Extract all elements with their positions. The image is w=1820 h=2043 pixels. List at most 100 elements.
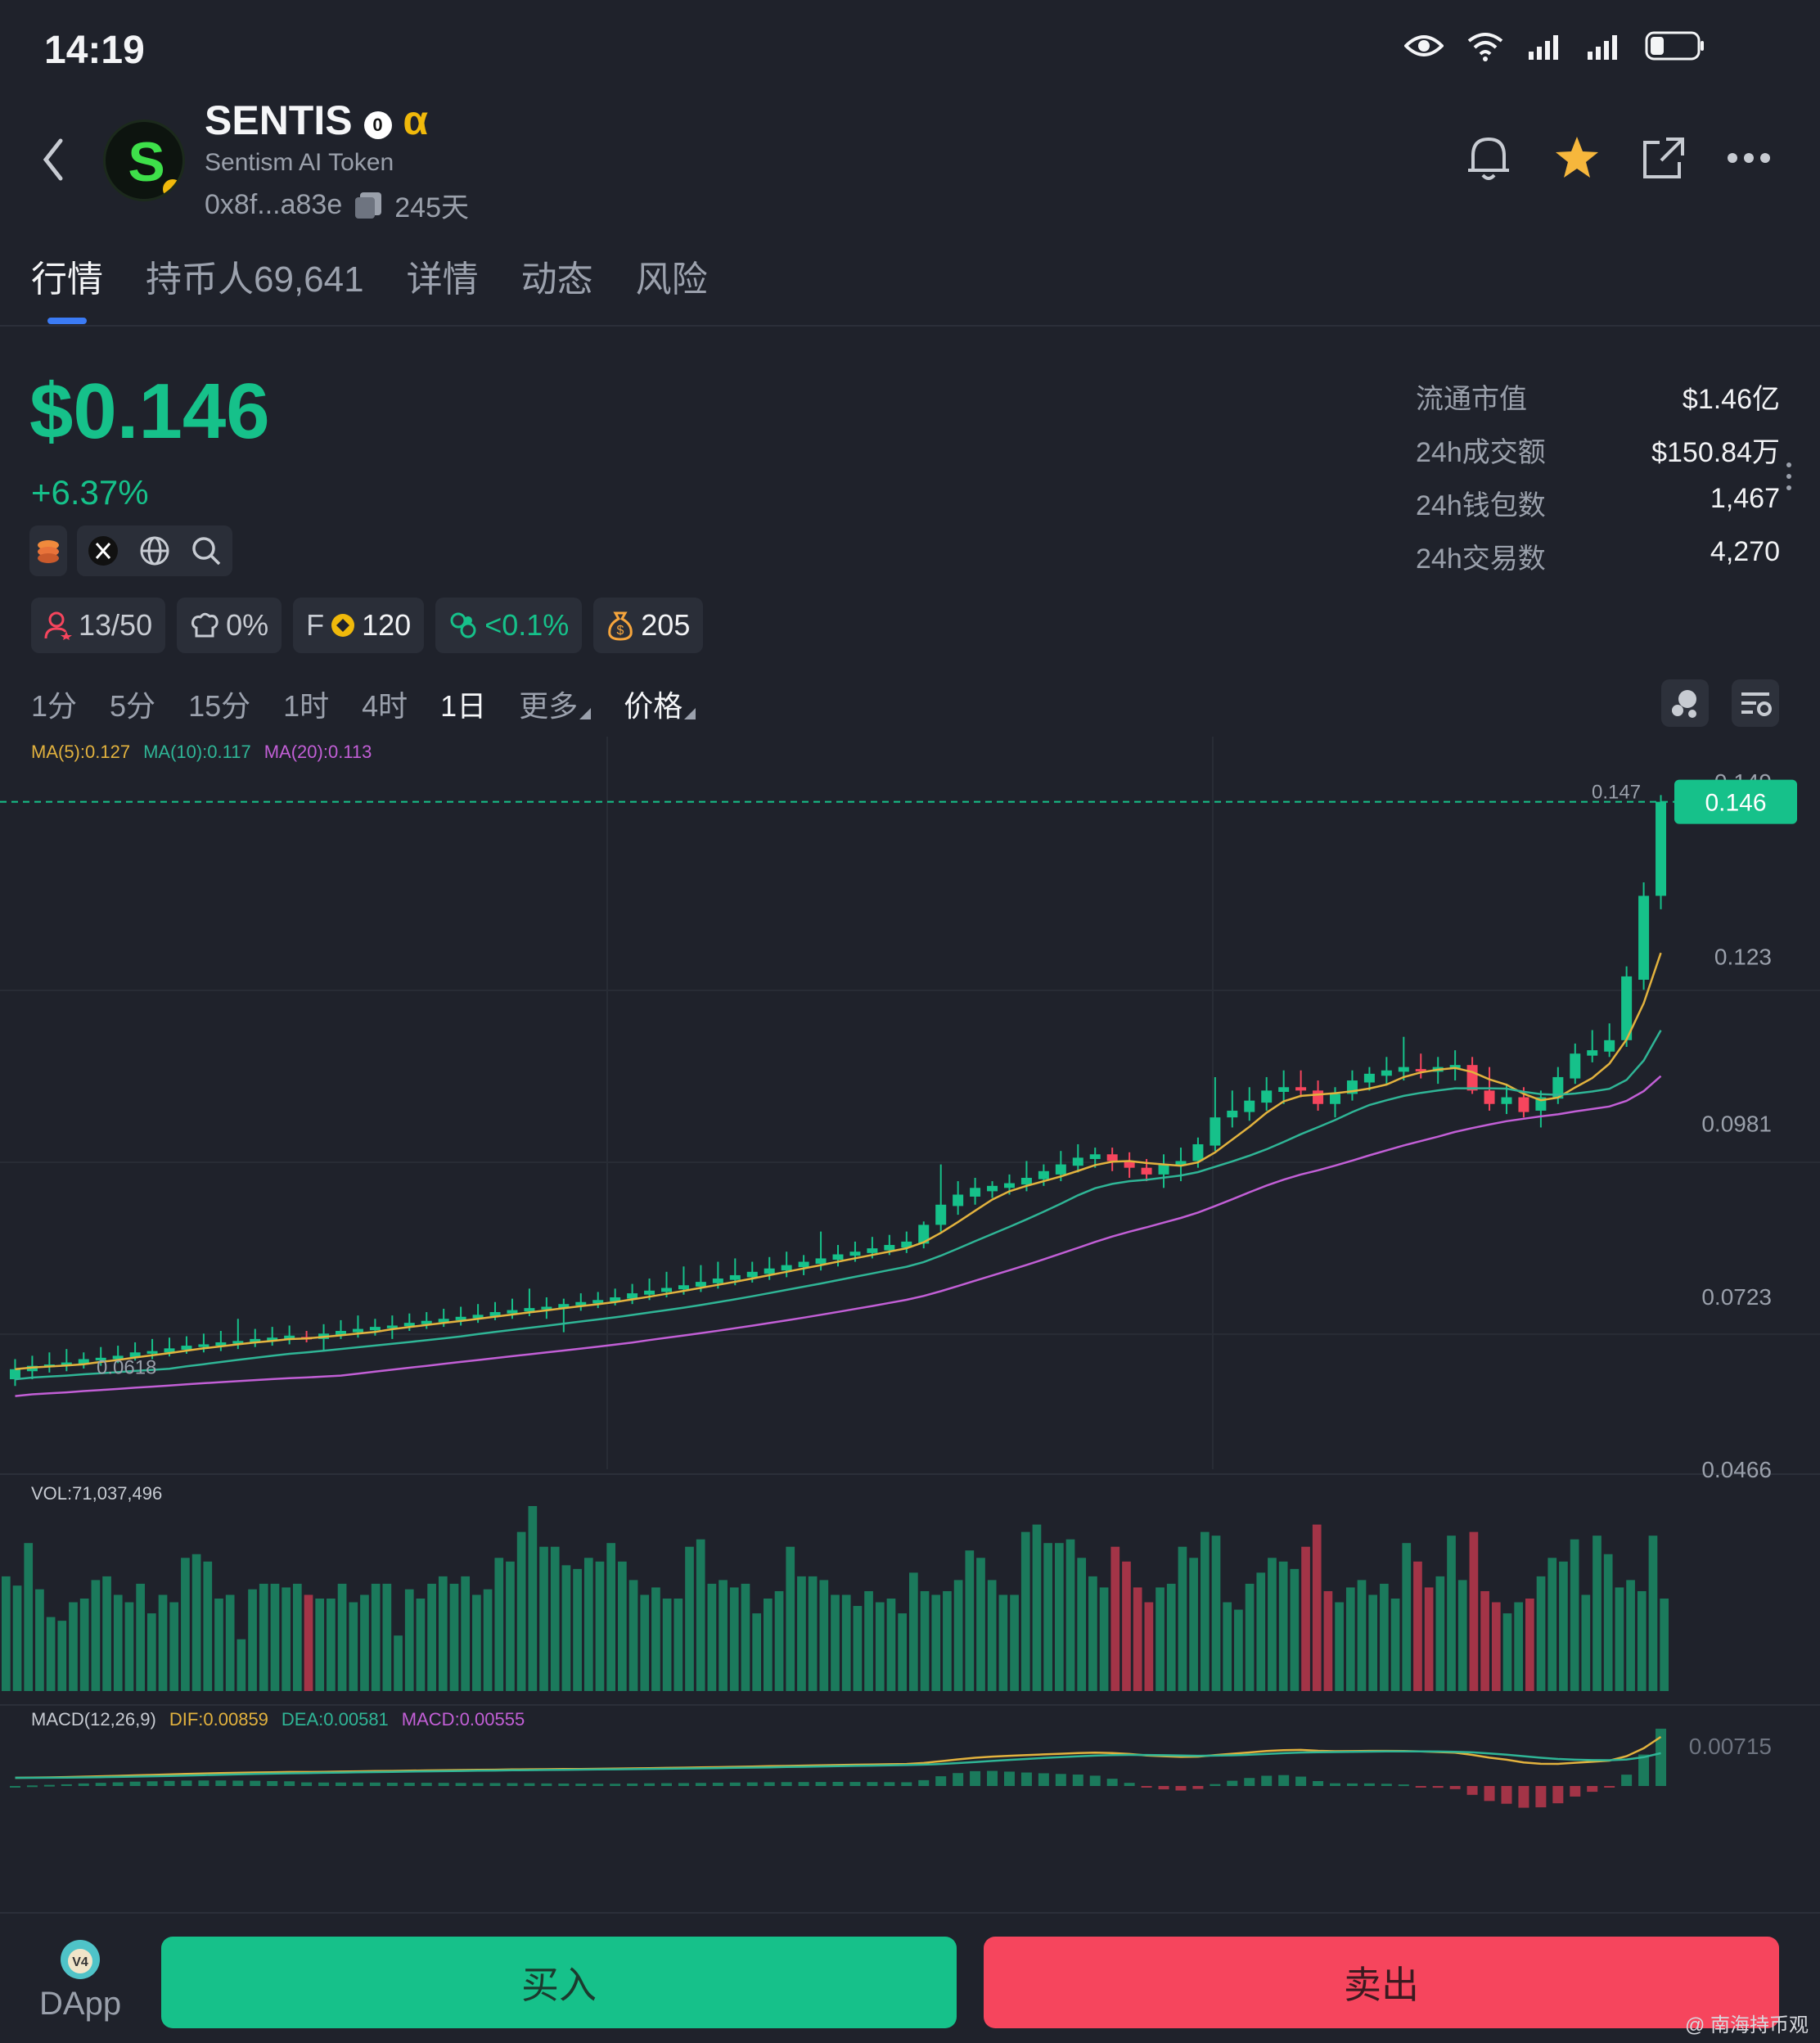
badge-f[interactable]: F 120 [293, 598, 425, 653]
copy-icon[interactable] [352, 189, 385, 222]
macd-histogram-bar [935, 1776, 947, 1786]
volume-bar [953, 1580, 963, 1691]
ma10-line [15, 1030, 1662, 1381]
interval-4h[interactable]: 4时 [362, 683, 408, 725]
volume-bar [292, 1583, 302, 1691]
price-mode[interactable]: 价格 [624, 683, 696, 725]
macd-histogram-bar [438, 1783, 449, 1786]
volume-bar [1133, 1587, 1142, 1691]
macd-histogram-bar [953, 1773, 964, 1786]
current-price: $0.146 [29, 368, 270, 455]
svg-text:$: $ [617, 624, 624, 638]
tab-active-indicator [47, 318, 87, 324]
bell-icon[interactable] [1465, 133, 1512, 183]
indicator-button[interactable] [1661, 679, 1709, 727]
volume-bar [774, 1590, 784, 1691]
interval-1h[interactable]: 1时 [283, 683, 329, 725]
sell-button[interactable]: 卖出 [984, 1937, 1779, 2028]
macd-histogram-bar [695, 1783, 706, 1786]
volume-bar [35, 1589, 44, 1691]
volume-bar [124, 1602, 134, 1691]
candle-body [1278, 1087, 1290, 1092]
token-name: SENTIS 0 α [205, 97, 429, 143]
volume-bar [808, 1576, 818, 1691]
coins-chip[interactable] [29, 525, 67, 576]
macd-histogram-bar [1261, 1775, 1273, 1786]
macd-histogram-bar [729, 1782, 741, 1786]
contract-address[interactable]: 0x8f...a83e [205, 189, 342, 221]
macd-histogram-bar [421, 1783, 432, 1786]
x-twitter-icon[interactable] [88, 535, 119, 566]
macd-histogram-bar [9, 1786, 20, 1788]
candle-body [987, 1185, 998, 1192]
volume-bar [1110, 1546, 1120, 1691]
macd-histogram-bar [1003, 1771, 1015, 1786]
volume-bar [438, 1576, 448, 1691]
volume-bar [931, 1594, 941, 1691]
tab-activity[interactable]: 动态 [521, 250, 593, 302]
dapp-button[interactable]: V4 DApp [39, 1938, 121, 2023]
macd-histogram-bar [112, 1782, 124, 1786]
token-subtitle: Sentism AI Token [205, 149, 394, 176]
interval-15m[interactable]: 15分 [188, 683, 250, 725]
share-icon[interactable] [1642, 136, 1686, 180]
candle-body [1141, 1167, 1152, 1175]
volume-bar [1301, 1546, 1310, 1691]
interval-1m[interactable]: 1分 [31, 683, 77, 725]
header-actions [1465, 133, 1771, 183]
badge-dev[interactable]: 0% [177, 598, 282, 653]
market-stats: 流通市值 $1.46亿 24h成交额 $150.84万 24h钱包数 1,467 24… [1416, 377, 1780, 589]
globe-icon[interactable] [139, 535, 170, 566]
candle-body [695, 1282, 706, 1287]
volume-bar [1200, 1531, 1210, 1691]
candle-body [1330, 1094, 1340, 1104]
candle-body [352, 1328, 363, 1333]
badge-holders[interactable]: 13/50 [31, 598, 166, 653]
interval-more[interactable]: 更多 [519, 683, 592, 725]
volume-bar [640, 1594, 650, 1691]
buy-button[interactable]: 买入 [161, 1937, 957, 2028]
volume-bar [752, 1613, 762, 1691]
volume-bar [797, 1576, 806, 1691]
macd-histogram-bar [592, 1784, 604, 1786]
more-icon[interactable] [1727, 152, 1771, 164]
interval-1d[interactable]: 1日 [440, 683, 486, 725]
macd-histogram-bar [1535, 1786, 1547, 1808]
volume-bar [550, 1546, 560, 1691]
signal-icon [1529, 35, 1558, 60]
volume-bar [1290, 1568, 1300, 1691]
stats-more-icon[interactable] [1784, 460, 1794, 493]
tab-market[interactable]: 行情 [31, 250, 103, 302]
volume-bar [282, 1587, 291, 1691]
candle-body [849, 1252, 861, 1256]
candle-body [369, 1327, 381, 1331]
volume-bar [214, 1599, 223, 1691]
candle-body [1656, 801, 1667, 896]
tab-risk[interactable]: 风险 [636, 250, 708, 302]
tab-details[interactable]: 详情 [407, 250, 479, 302]
volume-bar [898, 1613, 907, 1691]
bundle-icon [450, 612, 476, 638]
volume-bar [24, 1543, 34, 1691]
macd-histogram-bar [661, 1783, 673, 1786]
chart-settings-button[interactable] [1732, 679, 1779, 727]
search-icon[interactable] [191, 535, 222, 566]
macd-histogram-bar [524, 1783, 535, 1786]
price-chart[interactable]: 0.1490.1230.09810.07230.04660.1460.1470.… [0, 737, 1820, 1915]
stat-24h-volume: 24h成交额 $150.84万 [1416, 437, 1780, 468]
tab-holders[interactable]: 持币人69,641 [146, 250, 364, 302]
macd-histogram-bar [129, 1781, 141, 1786]
volume-bar [472, 1594, 481, 1691]
badge-bundle[interactable]: <0.1% [435, 598, 583, 653]
star-icon[interactable] [1553, 134, 1601, 182]
macd-histogram-bar [1518, 1786, 1529, 1808]
back-icon[interactable] [36, 131, 72, 188]
badge-moneybag[interactable]: $ 205 [593, 598, 704, 653]
volume-bar [685, 1546, 694, 1691]
volume-bar [382, 1583, 392, 1691]
chain-icon: 0 [363, 111, 392, 139]
volume-bar [606, 1543, 616, 1691]
volume-bar [1469, 1531, 1479, 1691]
volume-bar [136, 1583, 145, 1691]
interval-5m[interactable]: 5分 [110, 683, 155, 725]
